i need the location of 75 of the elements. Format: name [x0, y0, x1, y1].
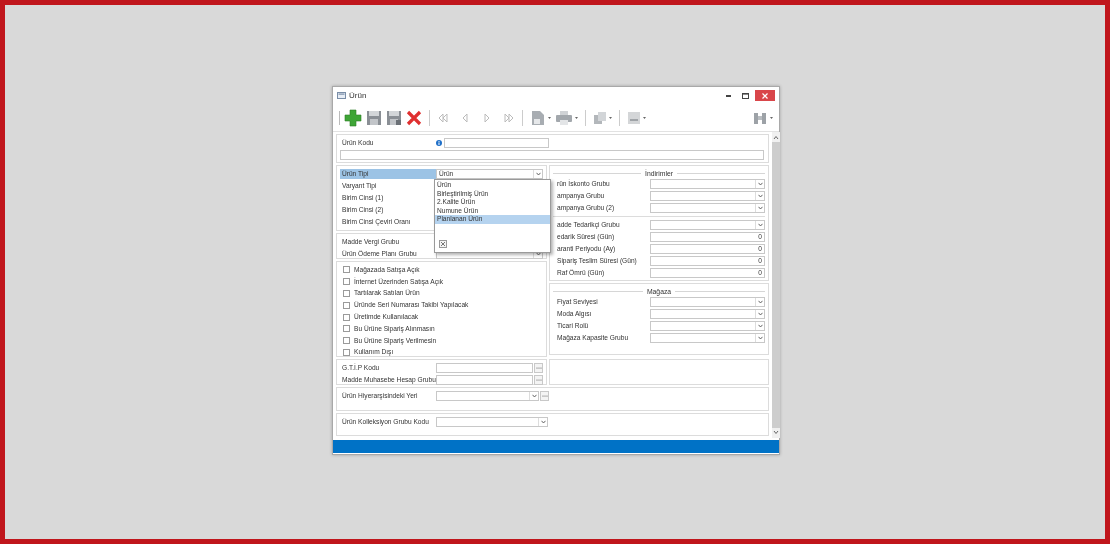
scrollbar[interactable]: [772, 132, 780, 438]
browse-button[interactable]: [534, 363, 543, 373]
caret-icon: [757, 182, 763, 186]
dropdown-button[interactable]: [755, 221, 764, 229]
caret-icon: [548, 116, 551, 119]
save-as-button[interactable]: [386, 109, 402, 126]
caret-icon: [531, 394, 537, 398]
checkbox[interactable]: [343, 266, 350, 274]
code-field[interactable]: [444, 138, 549, 148]
caret-icon: [540, 419, 546, 424]
close-list-button[interactable]: [439, 240, 447, 248]
dropdown-field[interactable]: [650, 203, 765, 213]
dropdown-field[interactable]: [650, 333, 765, 343]
caret-icon: [757, 312, 763, 316]
caret-icon: [770, 116, 773, 119]
copy-button[interactable]: [593, 110, 612, 125]
close-icon: [762, 92, 768, 99]
last-record-button[interactable]: [503, 111, 515, 124]
dropdown-field[interactable]: [436, 416, 548, 427]
dropdown-button[interactable]: [538, 417, 547, 426]
dropdown-field[interactable]: [650, 321, 765, 331]
caret-icon: [575, 116, 578, 119]
caret-icon: [757, 194, 763, 198]
caret-icon: [535, 252, 541, 256]
scroll-up-icon[interactable]: [773, 135, 779, 140]
checkbox[interactable]: [343, 290, 350, 297]
lookup-field[interactable]: [436, 375, 534, 385]
checkbox[interactable]: [343, 337, 350, 345]
checkbox[interactable]: [343, 301, 350, 309]
checkbox[interactable]: [343, 278, 350, 286]
browse-button[interactable]: [540, 391, 549, 401]
lookup-field[interactable]: [436, 363, 534, 373]
dropdown-field[interactable]: [650, 191, 765, 201]
caret-icon: [757, 300, 763, 304]
dropdown-button[interactable]: [533, 250, 542, 258]
first-record-button[interactable]: [437, 111, 449, 124]
dropdown-button[interactable]: [755, 180, 764, 188]
window-icon: [337, 92, 346, 99]
caret-icon: [757, 223, 763, 227]
caret-icon: [535, 172, 541, 176]
checkbox[interactable]: [343, 313, 350, 321]
maximize-icon: [741, 92, 749, 99]
delete-button[interactable]: [406, 109, 422, 126]
dropdown-field[interactable]: [650, 220, 765, 230]
caret-icon: [757, 206, 763, 210]
dropdown-button[interactable]: [755, 322, 764, 330]
dropdown-button[interactable]: [755, 310, 764, 318]
dropdown-button[interactable]: [755, 204, 764, 212]
browse-button[interactable]: [534, 375, 543, 385]
dropdown-field[interactable]: [436, 391, 539, 401]
info-icon: [436, 140, 442, 146]
print-button[interactable]: [555, 109, 578, 126]
dropdown-field[interactable]: [650, 297, 765, 307]
dropdown-field[interactable]: [650, 309, 765, 319]
checkbox[interactable]: [343, 348, 350, 356]
dropdown-button[interactable]: [755, 192, 764, 200]
dropdown-button[interactable]: [755, 334, 764, 342]
dropdown-button[interactable]: [755, 298, 764, 306]
window-title: Ürün: [349, 91, 368, 100]
close-button[interactable]: [755, 90, 775, 101]
image-button[interactable]: [627, 110, 646, 125]
caret-icon: [643, 116, 646, 119]
description-field[interactable]: [340, 150, 764, 160]
checkbox[interactable]: [343, 325, 350, 333]
add-button[interactable]: [344, 108, 362, 127]
minimize-icon: [725, 94, 731, 97]
scroll-down-icon[interactable]: [773, 430, 779, 435]
dropdown-field[interactable]: [650, 179, 765, 189]
save-button[interactable]: [366, 109, 382, 126]
caret-icon: [609, 116, 612, 119]
caret-icon: [757, 324, 763, 328]
dropdown-button[interactable]: [529, 392, 538, 400]
caret-icon: [757, 336, 763, 340]
document-button[interactable]: [530, 109, 551, 126]
dropdown-button[interactable]: [533, 170, 542, 178]
